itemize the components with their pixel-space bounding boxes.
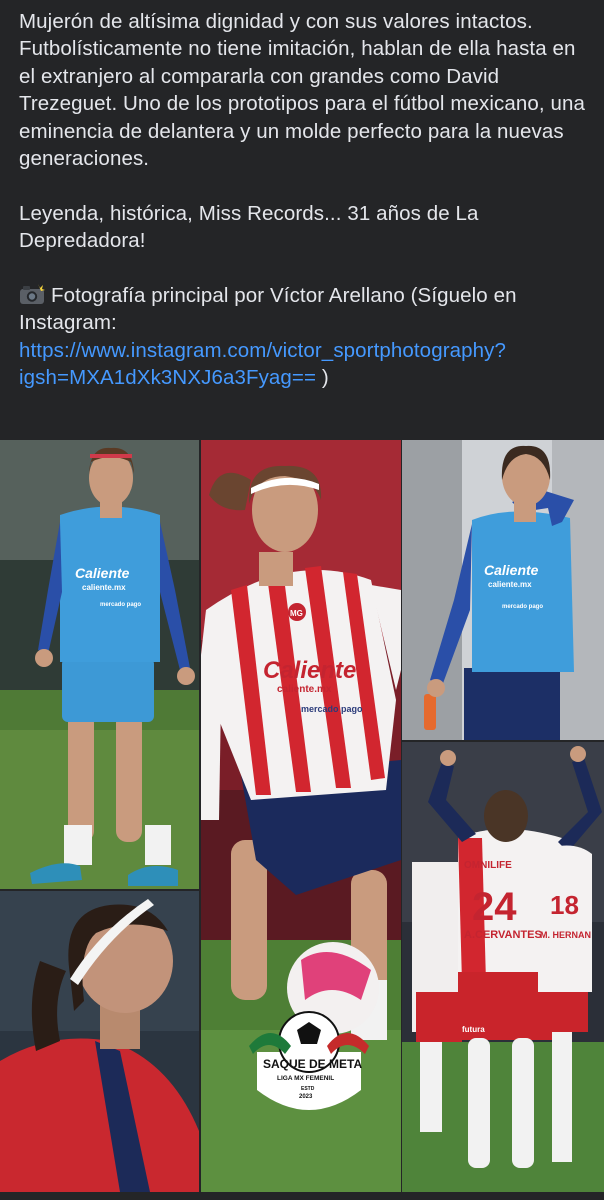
post-text: Mujerón de altísima dignidad y con sus v…	[19, 8, 591, 392]
jersey-sponsor: OMNILIFE	[464, 860, 512, 871]
jersey-number-right: 18	[550, 890, 579, 920]
logo-year: 2023	[299, 1094, 313, 1100]
jersey-sponsor-sub: caliente.mx	[277, 684, 332, 695]
photo-red-white-main[interactable]: 24 MG Caliente caliente.mx mercado pago	[201, 440, 401, 1192]
jersey-sponsor-2: mercado pago	[502, 604, 543, 610]
jersey-sponsor: Caliente	[263, 657, 356, 684]
logo-title: SAQUE DE META	[263, 1057, 362, 1071]
post-paragraph-2: Leyenda, histórica, Miss Records... 31 a…	[19, 201, 479, 253]
photo-credit-prefix: Fotografía principal por Víctor Arellano…	[19, 284, 517, 335]
jersey-name-left: A.CERVANTES	[464, 929, 542, 941]
jersey-sponsor-2: mercado pago	[301, 704, 363, 714]
jersey-sponsor: Caliente	[484, 562, 539, 578]
photo-celebration[interactable]: OMNILIFE 24 A.CERVANTES 18 M. HERNAN fut…	[402, 742, 604, 1192]
shorts-sponsor: futura	[462, 1025, 485, 1034]
photo-blue-training-1[interactable]: Caliente caliente.mx mercado pago	[0, 440, 199, 889]
logo-subtitle: LIGA MX FEMENIL	[277, 1075, 334, 1082]
photo-credit-suffix: )	[316, 366, 329, 390]
photo-portrait-red-jacket[interactable]	[0, 891, 199, 1192]
camera-flash-icon	[20, 284, 45, 305]
jersey-sponsor: Caliente	[75, 565, 130, 581]
photo-credit: Fotografía principal por Víctor Arellano…	[19, 282, 591, 392]
instagram-link[interactable]: https://www.instagram.com/victor_sportph…	[19, 339, 506, 389]
jersey-sponsor-2: mercado pago	[100, 602, 141, 608]
jersey-number-left: 24	[472, 885, 517, 929]
logo-est: ESTD	[301, 1086, 315, 1092]
jersey-sponsor-sub: caliente.mx	[488, 580, 532, 589]
jersey-brand: MG	[290, 609, 303, 618]
jersey-sponsor-sub: caliente.mx	[82, 583, 126, 592]
jersey-name-right: M. HERNAN	[540, 930, 591, 940]
photo-blue-training-2[interactable]: Caliente caliente.mx mercado pago	[402, 440, 604, 740]
post-paragraph-1: Mujerón de altísima dignidad y con sus v…	[19, 10, 586, 171]
